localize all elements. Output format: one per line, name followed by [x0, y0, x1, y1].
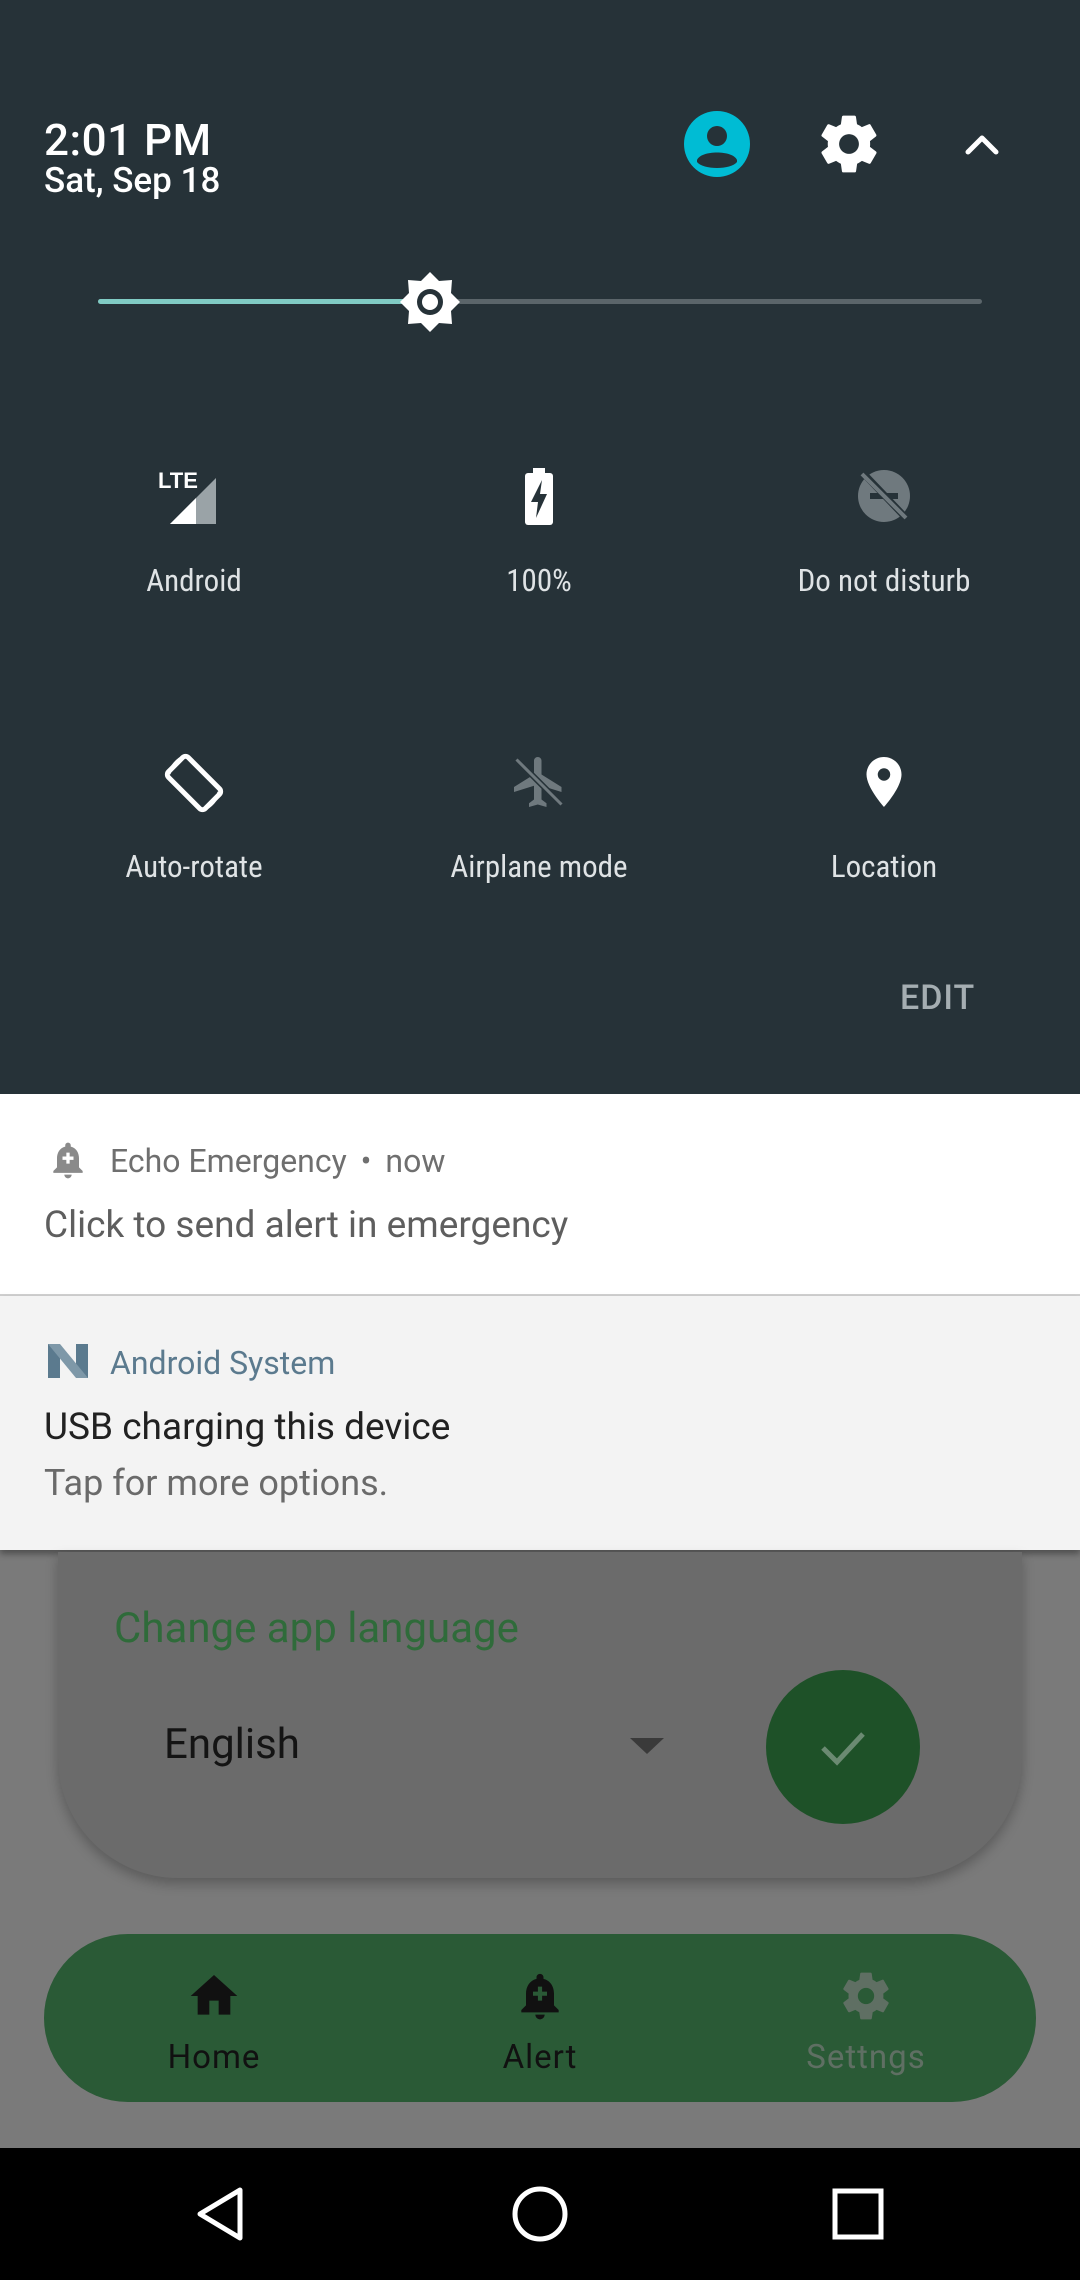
auto-rotate-icon	[164, 748, 224, 813]
android-n-icon	[46, 1342, 90, 1380]
tile-auto-rotate[interactable]: Auto-rotate	[44, 752, 344, 952]
back-triangle-icon[interactable]	[190, 2182, 254, 2246]
notification-header: Echo Emergency • now	[110, 1142, 445, 1180]
settings-gear-icon	[838, 1968, 894, 2024]
quick-settings-panel: 2:01 PM Sat, Sep 18 LTE Android 100% Do …	[0, 0, 1080, 1094]
battery-charging-icon	[509, 466, 569, 526]
tile-location[interactable]: Location	[734, 752, 1034, 952]
tile-label: Android	[146, 562, 242, 599]
tile-airplane-mode[interactable]: Airplane mode	[389, 752, 689, 952]
nav-label: Settngs	[806, 2038, 926, 2077]
notification-title: USB charging this device	[44, 1406, 451, 1449]
bottom-navigation: Home Alert Settngs	[44, 1934, 1036, 2102]
dropdown-arrow-icon[interactable]	[630, 1738, 664, 1756]
tile-label: Auto-rotate	[125, 848, 263, 885]
home-icon	[186, 1968, 242, 2024]
nav-label: Alert	[502, 2038, 578, 2077]
nav-label: Home	[167, 2038, 261, 2077]
brightness-thumb-icon[interactable]	[396, 268, 464, 336]
system-navigation-bar	[0, 2148, 1080, 2280]
nav-item-home[interactable]: Home	[114, 1934, 314, 2102]
location-pin-icon	[854, 752, 914, 812]
collapse-chevron-up-icon[interactable]	[948, 110, 1016, 178]
settings-gear-icon[interactable]	[815, 110, 883, 178]
do-not-disturb-off-icon	[854, 466, 914, 526]
tile-label: 100%	[506, 562, 572, 599]
tile-label: Airplane mode	[450, 848, 628, 885]
notification-app-name: Echo Emergency	[110, 1142, 347, 1180]
language-card-title: Change app language	[114, 1604, 519, 1653]
alert-bell-icon	[46, 1138, 90, 1182]
edit-button[interactable]: EDIT	[900, 978, 975, 1018]
check-icon	[815, 1722, 871, 1772]
confirm-language-button[interactable]	[766, 1670, 920, 1824]
recent-apps-square-icon[interactable]	[826, 2182, 890, 2246]
language-dropdown-value[interactable]: English	[164, 1720, 300, 1769]
tile-mobile-network[interactable]: LTE Android	[44, 466, 344, 666]
notification-android-system[interactable]: Android System USB charging this device …	[0, 1296, 1080, 1550]
tile-label: Location	[830, 848, 938, 885]
clock-time: 2:01 PM	[44, 114, 212, 166]
nav-item-settings[interactable]: Settngs	[766, 1934, 966, 2102]
tile-label: Do not disturb	[797, 562, 971, 599]
notification-app-name: Android System	[110, 1344, 336, 1382]
svg-text:LTE: LTE	[158, 468, 198, 493]
notification-text: Tap for more options.	[44, 1462, 389, 1504]
notification-echo-emergency[interactable]: Echo Emergency • now Click to send alert…	[0, 1094, 1080, 1296]
alert-bell-icon	[512, 1968, 568, 2024]
notification-text: Click to send alert in emergency	[44, 1204, 569, 1247]
tile-battery[interactable]: 100%	[389, 466, 689, 666]
nav-item-alert[interactable]: Alert	[440, 1934, 640, 2102]
lte-signal-icon: LTE	[158, 466, 224, 526]
brightness-slider-fill	[98, 299, 430, 304]
tile-do-not-disturb[interactable]: Do not disturb	[734, 466, 1034, 666]
airplane-off-icon	[509, 752, 569, 812]
notification-time: now	[385, 1142, 446, 1180]
date-label[interactable]: Sat, Sep 18	[44, 160, 220, 201]
language-card: Change app language English	[58, 1552, 1022, 1878]
separator-dot: •	[360, 1142, 372, 1180]
user-icon[interactable]	[683, 110, 751, 178]
home-circle-icon[interactable]	[508, 2182, 572, 2246]
